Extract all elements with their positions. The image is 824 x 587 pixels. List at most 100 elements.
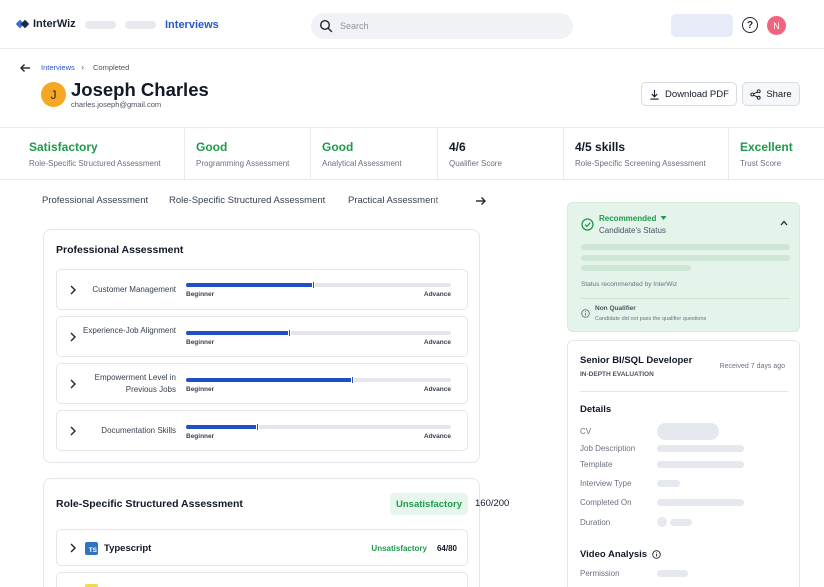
skill-level-fill: [186, 425, 258, 429]
download-icon: [650, 89, 659, 100]
score-value: Good: [196, 140, 228, 154]
job-panel: Senior BI/SQL Developer Received 7 days …: [567, 340, 800, 587]
video-analysis-title: Video Analysis: [580, 549, 661, 560]
share-label: Share: [766, 88, 792, 100]
structured-total-score: 160/200: [475, 498, 510, 509]
tab-practical[interactable]: Practical Assessment: [348, 195, 438, 206]
help-icon[interactable]: ?: [742, 17, 758, 33]
search-bar[interactable]: [311, 13, 573, 39]
skill-row[interactable]: Customer Management Beginner Advance: [56, 269, 468, 310]
download-pdf-button[interactable]: Download PDF: [641, 82, 737, 106]
tabs-next-arrow-icon[interactable]: [475, 195, 487, 207]
score-label: Trust Score: [740, 159, 782, 168]
score-label: Programming Assessment: [196, 159, 290, 168]
skill-level-fill: [186, 283, 314, 287]
candidate-name: Joseph Charles: [71, 79, 209, 100]
skill-level-knob: [351, 376, 355, 384]
chevron-right-icon[interactable]: [69, 543, 77, 553]
search-icon: [319, 19, 333, 33]
nav-item-placeholder-2[interactable]: [125, 21, 156, 29]
search-input[interactable]: [340, 21, 540, 31]
breadcrumb-interviews[interactable]: Interviews: [41, 63, 75, 72]
score-analytical: Good Analytical Assessment: [311, 128, 438, 179]
level-min-label: Beginner: [186, 291, 215, 298]
detail-label-permission: Permission: [580, 569, 620, 578]
skill-row[interactable]: Experience-Job Alignment Beginner Advanc…: [56, 316, 468, 357]
level-max-label: Advance: [423, 291, 451, 298]
nav-item-interviews[interactable]: Interviews: [165, 19, 219, 31]
info-icon[interactable]: [652, 550, 661, 559]
language-row[interactable]: [56, 572, 468, 587]
score-value: 4/5 skills: [575, 140, 626, 154]
back-arrow-icon[interactable]: [19, 62, 31, 74]
detail-label-duration: Duration: [580, 518, 611, 527]
score-trust: Excellent Trust Score: [729, 128, 824, 179]
skill-level-knob: [287, 329, 291, 337]
detail-label-job-description: Job Description: [580, 444, 636, 453]
structured-assessment-card: Role-Specific Structured Assessment Unsa…: [43, 478, 509, 587]
score-role-structured: Satisfactory Role-Specific Structured As…: [0, 128, 185, 179]
typescript-icon: TS: [85, 542, 98, 555]
chevron-right-icon[interactable]: [69, 332, 77, 342]
top-action-placeholder[interactable]: [671, 14, 733, 37]
skill-level-track: [186, 329, 451, 337]
share-button[interactable]: Share: [742, 82, 800, 106]
score-programming: Good Programming Assessment: [185, 128, 311, 179]
score-value: 4/6: [449, 140, 466, 154]
score-qualifier: 4/6 Qualifier Score: [438, 128, 564, 179]
skill-name: Customer Management: [92, 285, 176, 294]
skill-name: Empowerment Level in Previous Jobs: [94, 373, 176, 394]
structured-assessment-title: Role-Specific Structured Assessment: [56, 498, 243, 510]
chevron-up-icon[interactable]: [780, 220, 788, 226]
video-analysis-label: Video Analysis: [580, 549, 648, 560]
chevron-right-icon[interactable]: [69, 426, 77, 436]
skill-level-track: [186, 423, 451, 431]
score-value: Satisfactory: [29, 140, 98, 154]
caret-down-icon[interactable]: [660, 215, 667, 221]
cv-placeholder[interactable]: [657, 423, 719, 440]
score-value: Excellent: [740, 140, 793, 154]
tabs-fade: [430, 192, 472, 210]
recommendation-status[interactable]: Recommended: [599, 214, 656, 223]
text-placeholder: [581, 255, 790, 261]
logo[interactable]: InterWiz: [15, 18, 76, 30]
skill-level-knob: [256, 423, 260, 431]
text-placeholder: [670, 519, 692, 526]
detail-label-cv: CV: [580, 427, 592, 436]
tab-professional[interactable]: Professional Assessment: [42, 195, 148, 206]
nav-item-placeholder-1[interactable]: [85, 21, 116, 29]
language-row[interactable]: TS Typescript Unsatisfactory 64/80: [56, 529, 468, 566]
breadcrumb-current: Completed: [93, 63, 130, 72]
top-nav: InterWiz Interviews ? N: [0, 0, 824, 49]
skill-level-fill: [186, 331, 290, 335]
text-placeholder: [657, 570, 688, 577]
score-summary: Satisfactory Role-Specific Structured As…: [0, 127, 824, 180]
details-title: Details: [580, 404, 612, 415]
level-max-label: Advance: [423, 386, 451, 393]
breadcrumb-chevron-icon: ›: [81, 62, 84, 72]
detail-label-completed-on: Completed On: [580, 498, 632, 507]
skill-level-fill: [186, 378, 353, 382]
language-status: Unsatisfactory: [371, 544, 427, 553]
skill-level-knob: [311, 281, 315, 289]
assessment-tabs: Professional Assessment Role-Specific St…: [42, 195, 492, 209]
score-value: Good: [322, 140, 354, 154]
level-min-label: Beginner: [186, 386, 215, 393]
skill-name: Documentation Skills: [101, 426, 176, 435]
logo-icon: [15, 19, 30, 29]
tab-role-structured[interactable]: Role-Specific Structured Assessment: [169, 195, 325, 206]
job-received: Received 7 days ago: [719, 363, 785, 370]
non-qualifier-subtitle: Candidate did not pass the qualifier que…: [595, 316, 707, 322]
score-label: Role-Specific Structured Assessment: [29, 159, 161, 168]
text-placeholder: [657, 480, 680, 487]
user-avatar[interactable]: N: [767, 16, 786, 35]
level-min-label: Beginner: [186, 339, 215, 346]
share-icon: [750, 88, 761, 100]
chevron-right-icon[interactable]: [69, 285, 77, 295]
info-icon: [581, 309, 590, 318]
text-placeholder: [657, 461, 744, 468]
skill-row[interactable]: Empowerment Level in Previous Jobs Begin…: [56, 363, 468, 404]
level-max-label: Advance: [423, 339, 451, 346]
score-role-screening: 4/5 skills Role-Specific Screening Asses…: [564, 128, 729, 179]
skill-row[interactable]: Documentation Skills Beginner Advance: [56, 410, 468, 451]
